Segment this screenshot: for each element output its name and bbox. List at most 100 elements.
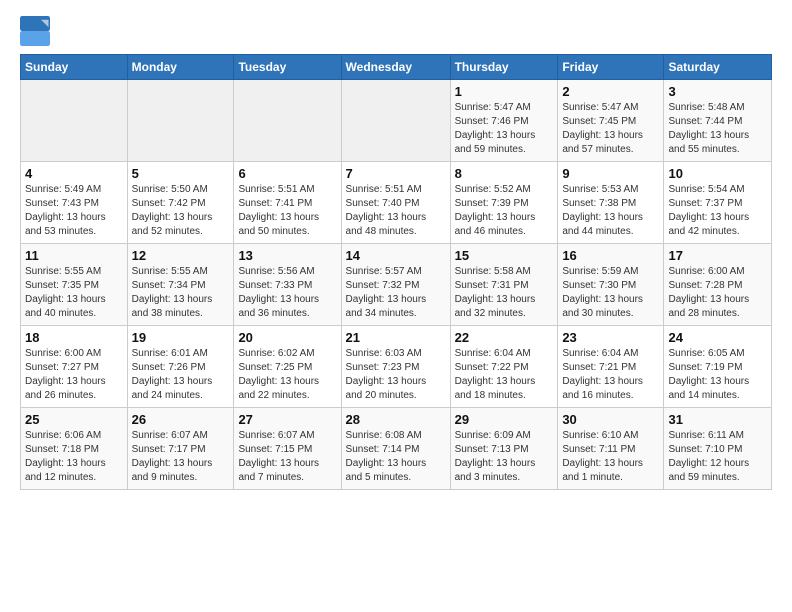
day-number: 29 bbox=[455, 412, 554, 427]
calendar-cell: 31 Sunrise: 6:11 AM Sunset: 7:10 PM Dayli… bbox=[664, 408, 772, 490]
calendar-cell bbox=[127, 80, 234, 162]
week-row-1: 4Sunrise: 5:49 AM Sunset: 7:43 PM Daylig… bbox=[21, 162, 772, 244]
day-info: Sunrise: 5:57 AM Sunset: 7:32 PM Dayligh… bbox=[346, 265, 446, 321]
calendar-header: SundayMondayTuesdayWednesdayThursdayFrid… bbox=[21, 55, 772, 80]
day-info: Sunrise: 5:59 AM Sunset: 7:30 PM Dayligh… bbox=[562, 265, 659, 321]
day-info: Sunrise: 6:00 AM Sunset: 7:28 PM Dayligh… bbox=[668, 265, 767, 321]
calendar-cell: 10Sunrise: 5:54 AM Sunset: 7:37 PM Dayli… bbox=[664, 162, 772, 244]
day-info: Sunrise: 6:02 AM Sunset: 7:25 PM Dayligh… bbox=[238, 347, 336, 403]
day-number: 21 bbox=[346, 330, 446, 345]
day-info: Sunrise: 5:54 AM Sunset: 7:37 PM Dayligh… bbox=[668, 183, 767, 239]
day-number: 27 bbox=[238, 412, 336, 427]
calendar-cell: 5 Sunrise: 5:50 AM Sunset: 7:42 PM Daylig… bbox=[127, 162, 234, 244]
day-info: Sunrise: 6:00 AM Sunset: 7:27 PM Dayligh… bbox=[25, 347, 123, 403]
day-info: Sunrise: 5:58 AM Sunset: 7:31 PM Dayligh… bbox=[455, 265, 554, 321]
calendar-table: SundayMondayTuesdayWednesdayThursdayFrid… bbox=[20, 54, 772, 490]
day-info: Sunrise: 6:04 AM Sunset: 7:22 PM Dayligh… bbox=[455, 347, 554, 403]
day-number: 31 bbox=[668, 412, 767, 427]
day-info: Sunrise: 5:51 AM Sunset: 7:40 PM Dayligh… bbox=[346, 183, 446, 239]
day-number: 23 bbox=[562, 330, 659, 345]
day-number: 3 bbox=[668, 84, 767, 99]
calendar-cell bbox=[234, 80, 341, 162]
calendar-cell: 18 Sunrise: 6:00 AM Sunset: 7:27 PM Dayli… bbox=[21, 326, 128, 408]
calendar-cell: 21 Sunrise: 6:03 AM Sunset: 7:23 PM Dayli… bbox=[341, 326, 450, 408]
day-info: Sunrise: 6:05 AM Sunset: 7:19 PM Dayligh… bbox=[668, 347, 767, 403]
calendar-cell: 15 Sunrise: 5:58 AM Sunset: 7:31 PM Dayli… bbox=[450, 244, 558, 326]
calendar-cell: 11 Sunrise: 5:55 AM Sunset: 7:35 PM Dayli… bbox=[21, 244, 128, 326]
day-header-thursday: Thursday bbox=[450, 55, 558, 80]
day-number: 5 bbox=[132, 166, 230, 181]
calendar-cell bbox=[341, 80, 450, 162]
day-number: 24 bbox=[668, 330, 767, 345]
day-info: Sunrise: 6:01 AM Sunset: 7:26 PM Dayligh… bbox=[132, 347, 230, 403]
week-row-0: 1 Sunrise: 5:47 AM Sunset: 7:46 PM Daylig… bbox=[21, 80, 772, 162]
day-info: Sunrise: 5:47 AM Sunset: 7:46 PM Dayligh… bbox=[455, 101, 554, 157]
header bbox=[20, 16, 772, 46]
day-number: 14 bbox=[346, 248, 446, 263]
day-info: Sunrise: 5:53 AM Sunset: 7:38 PM Dayligh… bbox=[562, 183, 659, 239]
day-info: Sunrise: 5:50 AM Sunset: 7:42 PM Dayligh… bbox=[132, 183, 230, 239]
day-number: 18 bbox=[25, 330, 123, 345]
calendar-cell: 28Sunrise: 6:08 AM Sunset: 7:14 PM Dayli… bbox=[341, 408, 450, 490]
day-info: Sunrise: 5:52 AM Sunset: 7:39 PM Dayligh… bbox=[455, 183, 554, 239]
calendar-cell: 20Sunrise: 6:02 AM Sunset: 7:25 PM Dayli… bbox=[234, 326, 341, 408]
day-number: 4 bbox=[25, 166, 123, 181]
day-number: 9 bbox=[562, 166, 659, 181]
day-number: 25 bbox=[25, 412, 123, 427]
day-number: 16 bbox=[562, 248, 659, 263]
calendar-cell: 2 Sunrise: 5:47 AM Sunset: 7:45 PM Daylig… bbox=[558, 80, 664, 162]
day-header-saturday: Saturday bbox=[664, 55, 772, 80]
calendar-cell: 9 Sunrise: 5:53 AM Sunset: 7:38 PM Daylig… bbox=[558, 162, 664, 244]
calendar-body: 1 Sunrise: 5:47 AM Sunset: 7:46 PM Daylig… bbox=[21, 80, 772, 490]
calendar-cell: 4Sunrise: 5:49 AM Sunset: 7:43 PM Daylig… bbox=[21, 162, 128, 244]
day-header-monday: Monday bbox=[127, 55, 234, 80]
day-info: Sunrise: 6:06 AM Sunset: 7:18 PM Dayligh… bbox=[25, 429, 123, 485]
page: SundayMondayTuesdayWednesdayThursdayFrid… bbox=[0, 0, 792, 506]
day-header-sunday: Sunday bbox=[21, 55, 128, 80]
day-number: 17 bbox=[668, 248, 767, 263]
calendar-cell: 22 Sunrise: 6:04 AM Sunset: 7:22 PM Dayli… bbox=[450, 326, 558, 408]
day-number: 15 bbox=[455, 248, 554, 263]
calendar-cell: 27Sunrise: 6:07 AM Sunset: 7:15 PM Dayli… bbox=[234, 408, 341, 490]
week-row-4: 25 Sunrise: 6:06 AM Sunset: 7:18 PM Dayli… bbox=[21, 408, 772, 490]
calendar-cell: 12Sunrise: 5:55 AM Sunset: 7:34 PM Dayli… bbox=[127, 244, 234, 326]
day-info: Sunrise: 5:47 AM Sunset: 7:45 PM Dayligh… bbox=[562, 101, 659, 157]
day-info: Sunrise: 6:09 AM Sunset: 7:13 PM Dayligh… bbox=[455, 429, 554, 485]
calendar-cell: 1 Sunrise: 5:47 AM Sunset: 7:46 PM Daylig… bbox=[450, 80, 558, 162]
week-row-2: 11 Sunrise: 5:55 AM Sunset: 7:35 PM Dayli… bbox=[21, 244, 772, 326]
day-info: Sunrise: 6:07 AM Sunset: 7:17 PM Dayligh… bbox=[132, 429, 230, 485]
day-number: 1 bbox=[455, 84, 554, 99]
day-number: 6 bbox=[238, 166, 336, 181]
day-info: Sunrise: 5:55 AM Sunset: 7:35 PM Dayligh… bbox=[25, 265, 123, 321]
day-number: 19 bbox=[132, 330, 230, 345]
day-header-tuesday: Tuesday bbox=[234, 55, 341, 80]
calendar-cell: 8Sunrise: 5:52 AM Sunset: 7:39 PM Daylig… bbox=[450, 162, 558, 244]
day-info: Sunrise: 5:56 AM Sunset: 7:33 PM Dayligh… bbox=[238, 265, 336, 321]
day-header-friday: Friday bbox=[558, 55, 664, 80]
day-info: Sunrise: 6:03 AM Sunset: 7:23 PM Dayligh… bbox=[346, 347, 446, 403]
day-info: Sunrise: 6:11 AM Sunset: 7:10 PM Dayligh… bbox=[668, 429, 767, 485]
day-number: 22 bbox=[455, 330, 554, 345]
calendar-cell: 26Sunrise: 6:07 AM Sunset: 7:17 PM Dayli… bbox=[127, 408, 234, 490]
calendar-cell: 14 Sunrise: 5:57 AM Sunset: 7:32 PM Dayli… bbox=[341, 244, 450, 326]
day-number: 28 bbox=[346, 412, 446, 427]
calendar-cell: 16 Sunrise: 5:59 AM Sunset: 7:30 PM Dayli… bbox=[558, 244, 664, 326]
calendar-cell: 29 Sunrise: 6:09 AM Sunset: 7:13 PM Dayli… bbox=[450, 408, 558, 490]
calendar-cell: 25 Sunrise: 6:06 AM Sunset: 7:18 PM Dayli… bbox=[21, 408, 128, 490]
calendar-cell: 3 Sunrise: 5:48 AM Sunset: 7:44 PM Daylig… bbox=[664, 80, 772, 162]
day-number: 11 bbox=[25, 248, 123, 263]
day-number: 13 bbox=[238, 248, 336, 263]
header-row: SundayMondayTuesdayWednesdayThursdayFrid… bbox=[21, 55, 772, 80]
week-row-3: 18 Sunrise: 6:00 AM Sunset: 7:27 PM Dayli… bbox=[21, 326, 772, 408]
calendar-cell: 19 Sunrise: 6:01 AM Sunset: 7:26 PM Dayli… bbox=[127, 326, 234, 408]
day-info: Sunrise: 5:48 AM Sunset: 7:44 PM Dayligh… bbox=[668, 101, 767, 157]
day-header-wednesday: Wednesday bbox=[341, 55, 450, 80]
logo-icon bbox=[20, 16, 50, 46]
day-number: 2 bbox=[562, 84, 659, 99]
day-number: 12 bbox=[132, 248, 230, 263]
logo-area bbox=[20, 16, 54, 46]
calendar-cell: 6 Sunrise: 5:51 AM Sunset: 7:41 PM Daylig… bbox=[234, 162, 341, 244]
calendar-cell: 13 Sunrise: 5:56 AM Sunset: 7:33 PM Dayli… bbox=[234, 244, 341, 326]
day-info: Sunrise: 5:51 AM Sunset: 7:41 PM Dayligh… bbox=[238, 183, 336, 239]
calendar-cell: 24 Sunrise: 6:05 AM Sunset: 7:19 PM Dayli… bbox=[664, 326, 772, 408]
